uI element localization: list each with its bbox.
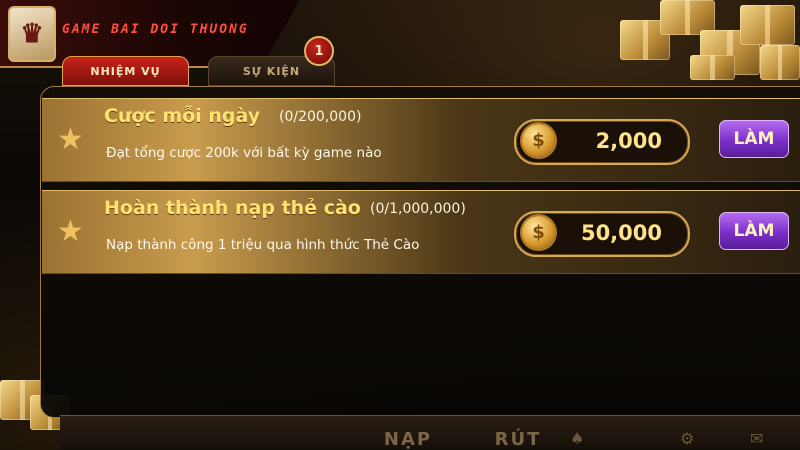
reward-amount: 50,000 [580, 221, 662, 245]
lam-button[interactable]: LÀM [719, 120, 789, 158]
task-row: ★ Cược mỗi ngày (0/200,000) Đạt tổng cượ… [42, 98, 800, 182]
withdraw-button[interactable]: RÚT [470, 428, 566, 450]
logo-text: GAME BAI DOI THUONG [62, 22, 249, 37]
task-title: Hoàn thành nạp thẻ cào [104, 197, 361, 219]
task-row: ★ Hoàn thành nạp thẻ cào (0/1,000,000) N… [42, 190, 800, 274]
mail-icon[interactable]: ✉ [750, 429, 763, 448]
settings-icon[interactable]: ⚙ [680, 429, 694, 448]
task-description: Nạp thành công 1 triệu qua hình thức Thẻ… [106, 237, 420, 253]
bottom-nav-bar: NẠP RÚT ♠ ⚙ ✉ [60, 415, 800, 450]
task-title: Cược mỗi ngày [104, 105, 261, 127]
coin-icon: $ [522, 216, 555, 249]
logo-icon: ♛ [8, 6, 56, 62]
reward-amount: 2,000 [595, 129, 662, 153]
coin-icon: $ [522, 124, 555, 157]
deposit-button[interactable]: NẠP [360, 428, 456, 450]
task-description: Đạt tổng cược 200k với bất kỳ game nào [106, 145, 382, 161]
tab-nhiem-vu[interactable]: NHIỆM VỤ [62, 56, 189, 86]
task-progress: (0/200,000) [279, 109, 362, 125]
reward-pill: $ 2,000 [514, 119, 690, 165]
star-icon: ★ [57, 214, 84, 249]
reward-pill: $ 50,000 [514, 211, 690, 257]
task-progress: (0/1,000,000) [370, 201, 466, 217]
lam-button[interactable]: LÀM [719, 212, 789, 250]
cards-icon[interactable]: ♠ [570, 429, 584, 448]
notification-badge: 1 [304, 36, 334, 66]
star-icon: ★ [57, 122, 84, 157]
